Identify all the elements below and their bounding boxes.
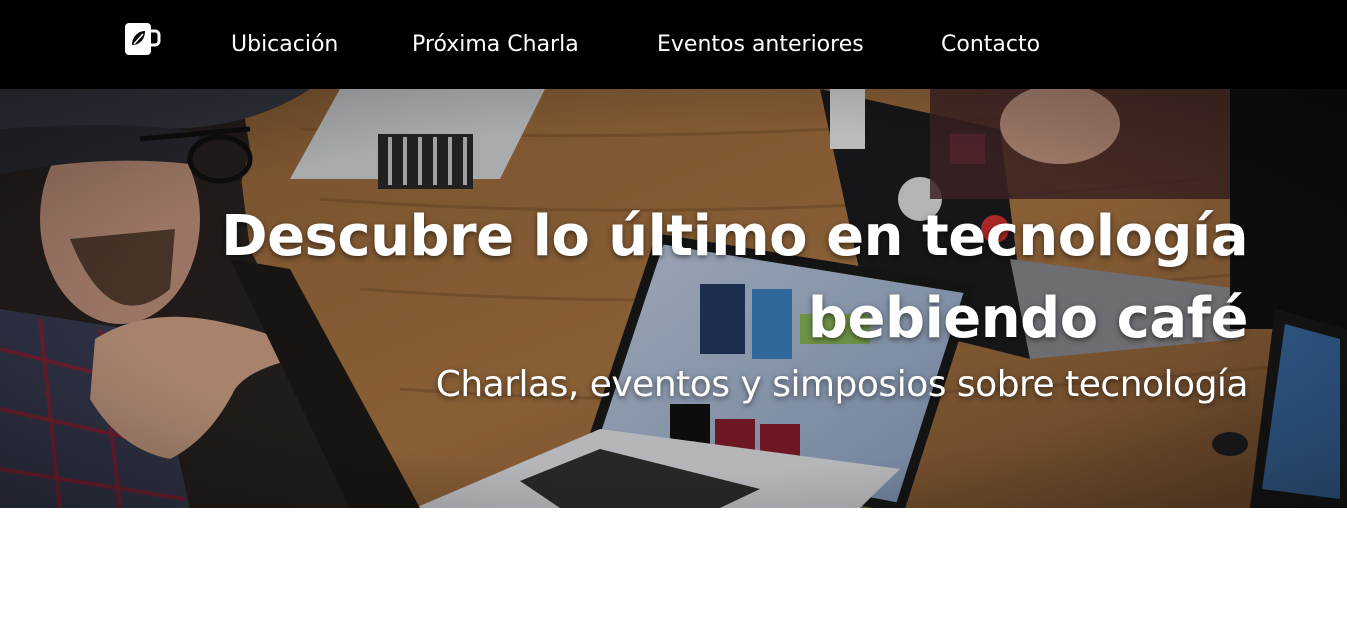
main-content-area: [0, 508, 1347, 626]
hero-banner: Descubre lo último en tecnología bebiend…: [0, 89, 1347, 508]
hero-text-block: Descubre lo último en tecnología bebiend…: [148, 196, 1248, 408]
coffee-cup-logo-icon[interactable]: [123, 21, 161, 59]
hero-subtitle: Charlas, eventos y simposios sobre tecno…: [435, 364, 1249, 405]
nav-link-eventos-anteriores[interactable]: Eventos anteriores: [657, 30, 864, 60]
top-navbar: Ubicación Próxima Charla Eventos anterio…: [0, 0, 1347, 89]
nav-link-proxima-charla[interactable]: Próxima Charla: [412, 30, 579, 60]
nav-link-ubicacion[interactable]: Ubicación: [231, 30, 338, 60]
hero-title: Descubre lo último en tecnología bebiend…: [221, 204, 1248, 351]
nav-link-contacto[interactable]: Contacto: [941, 30, 1040, 60]
